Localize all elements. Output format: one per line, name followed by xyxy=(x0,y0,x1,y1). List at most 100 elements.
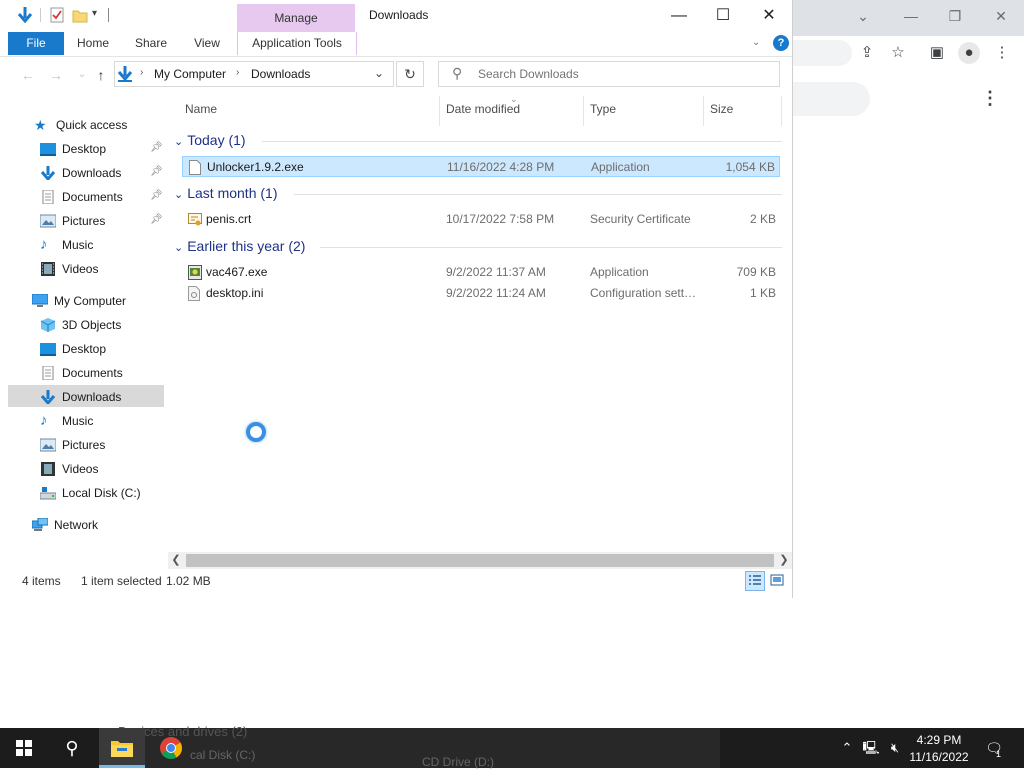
collapse-chevron-icon[interactable]: ⌄ xyxy=(174,136,183,148)
chrome-minimize-icon[interactable]: — xyxy=(896,6,926,26)
table-row[interactable]: Unlocker1.9.2.exe 11/16/2022 4:28 PM App… xyxy=(182,156,780,177)
help-icon[interactable]: ? xyxy=(773,35,789,51)
details-view-icon[interactable] xyxy=(745,571,765,591)
breadcrumb-my-computer[interactable]: My Computer xyxy=(154,67,226,81)
clock-time[interactable]: 4:29 PM xyxy=(906,733,972,747)
new-folder-icon[interactable] xyxy=(72,7,88,23)
tab-file[interactable]: File xyxy=(8,32,64,55)
status-selected-size: 1.02 MB xyxy=(166,574,211,588)
minimize-icon[interactable]: — xyxy=(656,4,702,28)
table-row[interactable]: penis.crt 10/17/2022 7:58 PM Security Ce… xyxy=(182,209,780,230)
nav-music[interactable]: ♪ Music xyxy=(40,410,93,432)
nav-label: Music xyxy=(62,414,94,428)
chrome-restore-icon[interactable]: ❐ xyxy=(940,6,970,26)
group-header-earlier-this-year[interactable]: ⌄ Earlier this year (2) xyxy=(174,236,305,256)
pin-icon[interactable]: 📌︎ xyxy=(150,214,163,225)
start-button[interactable] xyxy=(0,728,48,768)
music-icon: ♪ xyxy=(40,411,48,429)
profile-avatar-icon[interactable]: ● xyxy=(958,42,980,64)
tab-share[interactable]: Share xyxy=(128,32,174,55)
column-header-name[interactable]: Name xyxy=(185,102,217,118)
desktop-icon xyxy=(40,342,56,356)
taskbar-chrome[interactable] xyxy=(148,728,194,768)
nav-quick-music[interactable]: ♪ Music xyxy=(40,234,93,256)
column-divider[interactable] xyxy=(439,96,440,126)
scroll-right-icon[interactable]: ❯ xyxy=(777,552,791,569)
pin-icon[interactable]: 📌︎ xyxy=(150,142,163,153)
manage-tab[interactable]: Manage xyxy=(237,4,355,32)
page-more-icon[interactable]: ⋮ xyxy=(980,86,1000,110)
column-divider[interactable] xyxy=(781,96,782,126)
nav-quick-videos[interactable]: Videos xyxy=(40,258,98,280)
folder-icon xyxy=(111,741,133,757)
nav-quick-desktop[interactable]: Desktop xyxy=(40,138,106,160)
scrollbar-thumb[interactable] xyxy=(186,554,774,567)
nav-quick-documents[interactable]: Documents xyxy=(40,186,123,208)
chrome-omnibox[interactable] xyxy=(792,40,852,66)
pin-icon[interactable]: 📌︎ xyxy=(150,166,163,177)
chrome-close-icon[interactable]: ✕ xyxy=(986,6,1016,26)
ribbon-expand-icon[interactable]: ⌄ xyxy=(752,34,766,52)
nav-quick-pictures[interactable]: Pictures xyxy=(40,210,105,232)
bookmark-star-icon[interactable]: ☆ xyxy=(887,42,909,64)
download-arrow-icon xyxy=(40,165,56,180)
collapse-chevron-icon[interactable]: ⌄ xyxy=(174,242,183,254)
nav-my-computer[interactable]: My Computer xyxy=(32,290,126,312)
tab-application-tools[interactable]: Application Tools xyxy=(237,32,357,55)
refresh-icon[interactable]: ↻ xyxy=(396,61,424,87)
close-icon[interactable]: ✕ xyxy=(746,4,792,28)
breadcrumb-downloads[interactable]: Downloads xyxy=(251,67,310,81)
network-status-icon[interactable]: 🖳︎ xyxy=(862,738,880,758)
column-divider[interactable] xyxy=(703,96,704,126)
address-dropdown-icon[interactable]: ⌄ xyxy=(374,66,384,80)
nav-label: Documents xyxy=(62,366,123,380)
taskbar-search-icon[interactable]: ⚲ xyxy=(48,728,96,768)
forward-arrow-icon[interactable]: → xyxy=(46,66,66,84)
maximize-icon[interactable]: ☐ xyxy=(700,4,746,28)
scroll-left-icon[interactable]: ❮ xyxy=(169,552,183,569)
column-header-type[interactable]: Type xyxy=(590,102,616,118)
properties-icon[interactable] xyxy=(50,7,64,23)
nav-label: Videos xyxy=(62,462,99,476)
nav-label: Downloads xyxy=(62,390,122,404)
pin-icon[interactable]: 📌︎ xyxy=(150,190,163,201)
volume-muted-icon[interactable]: 🔇︎ xyxy=(886,738,904,758)
column-header-size[interactable]: Size xyxy=(710,102,733,118)
group-header-last-month[interactable]: ⌄ Last month (1) xyxy=(174,183,277,203)
qat-dropdown-icon[interactable]: ▾ xyxy=(92,8,97,19)
group-header-today[interactable]: ⌄ Today (1) xyxy=(174,130,246,150)
nav-network[interactable]: Network xyxy=(32,514,98,536)
nav-local-disk[interactable]: Local Disk (C:) xyxy=(40,482,141,504)
nav-documents[interactable]: Documents xyxy=(40,362,123,384)
clock-date[interactable]: 11/16/2022 xyxy=(906,750,972,764)
table-row[interactable]: vac467.exe 9/2/2022 11:37 AM Application… xyxy=(182,262,780,283)
chrome-chevron-down-icon[interactable]: ⌄ xyxy=(848,6,878,26)
nav-videos[interactable]: Videos xyxy=(40,458,98,480)
nav-label: Local Disk (C:) xyxy=(62,486,141,500)
nav-pictures[interactable]: Pictures xyxy=(40,434,105,456)
nav-desktop[interactable]: Desktop xyxy=(40,338,106,360)
nav-quick-downloads[interactable]: Downloads xyxy=(40,162,121,184)
nav-downloads[interactable]: Downloads xyxy=(40,386,121,408)
share-icon[interactable]: ⇪ xyxy=(856,42,878,64)
back-arrow-icon[interactable]: ← xyxy=(18,66,38,84)
recent-dropdown-icon[interactable]: ⌄ xyxy=(72,66,92,84)
nav-3d-objects[interactable]: 3D Objects xyxy=(40,314,121,336)
collapse-chevron-icon[interactable]: ⌄ xyxy=(174,189,183,201)
column-divider[interactable] xyxy=(583,96,584,126)
nav-label: Pictures xyxy=(62,438,106,452)
table-row[interactable]: desktop.ini 9/2/2022 11:24 AM Configurat… xyxy=(182,283,780,304)
file-size: 709 KB xyxy=(736,265,776,279)
column-header-date[interactable]: Date modified xyxy=(446,102,520,118)
taskbar-file-explorer[interactable] xyxy=(99,728,145,768)
up-arrow-icon[interactable]: ↑ xyxy=(91,66,111,84)
search-input[interactable] xyxy=(478,66,768,82)
tab-home[interactable]: Home xyxy=(70,32,116,55)
show-hidden-icons-icon[interactable]: ⌃ xyxy=(838,738,856,758)
side-panel-icon[interactable]: ▣ xyxy=(926,42,948,64)
nav-quick-access[interactable]: ★ Quick access xyxy=(34,114,127,136)
tab-view[interactable]: View xyxy=(186,32,228,55)
chrome-menu-icon[interactable]: ⋮ xyxy=(991,42,1013,64)
group-label: Today (1) xyxy=(187,132,246,148)
large-icons-view-icon[interactable] xyxy=(770,573,784,587)
